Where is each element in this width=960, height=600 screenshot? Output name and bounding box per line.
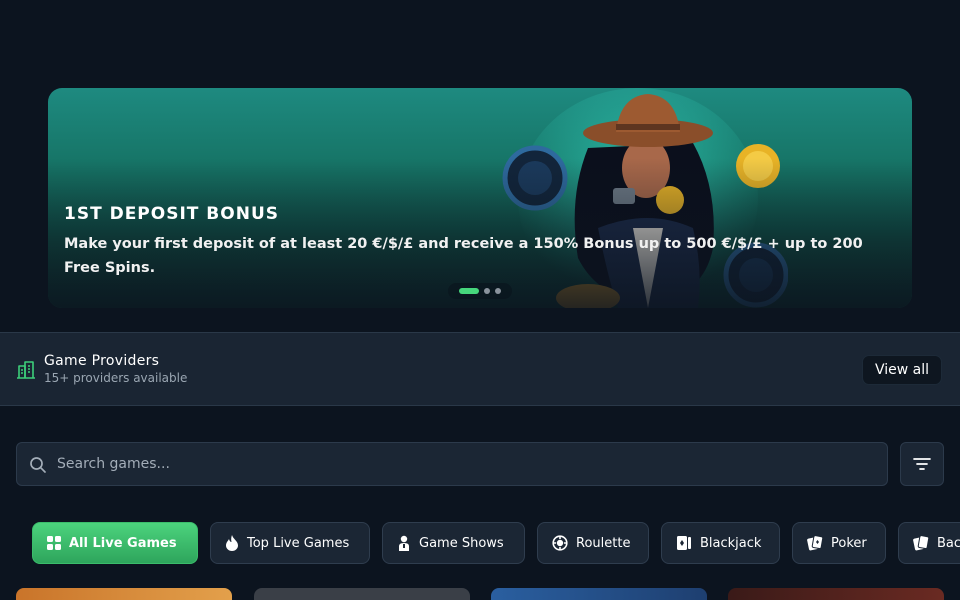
- cards-icon: [677, 536, 691, 550]
- promo-title: 1ST DEPOSIT BONUS: [64, 204, 279, 224]
- tab-all-live-games[interactable]: All Live Games: [32, 522, 198, 564]
- tab-poker[interactable]: Poker: [792, 522, 886, 564]
- game-card[interactable]: [728, 588, 944, 600]
- game-card[interactable]: [254, 588, 470, 600]
- search-box: [16, 442, 888, 486]
- chip-left: [502, 145, 568, 211]
- baccarat-icon: [913, 535, 929, 551]
- fire-icon: [226, 535, 238, 551]
- building-icon: [17, 361, 35, 379]
- tab-label: Bac: [937, 535, 960, 551]
- promo-banner[interactable]: 1ST DEPOSIT BONUS Make your first deposi…: [48, 88, 912, 308]
- game-card[interactable]: [491, 588, 707, 600]
- tab-label: Poker: [831, 535, 867, 551]
- roulette-icon: [552, 535, 568, 551]
- providers-subtitle: 15+ providers available: [44, 371, 188, 385]
- tab-label: Top Live Games: [247, 535, 350, 551]
- filter-button[interactable]: [900, 442, 944, 486]
- host-icon: [399, 535, 409, 551]
- filter-icon: [913, 458, 931, 470]
- category-tabs: All Live Games Top Live Games Game Shows…: [32, 522, 960, 564]
- search-input[interactable]: [57, 443, 877, 485]
- grid-icon: [47, 536, 61, 550]
- tab-label: All Live Games: [69, 535, 177, 551]
- carousel-dot-2[interactable]: [484, 288, 490, 294]
- tab-label: Roulette: [576, 535, 631, 551]
- tab-baccarat[interactable]: Bac: [898, 522, 960, 564]
- carousel-indicator: [448, 283, 512, 299]
- tab-label: Game Shows: [419, 535, 504, 551]
- tab-label: Blackjack: [700, 535, 762, 551]
- promo-description: Make your first deposit of at least 20 €…: [64, 236, 863, 276]
- view-all-button[interactable]: View all: [861, 355, 942, 385]
- tab-blackjack[interactable]: Blackjack: [661, 522, 780, 564]
- tab-top-live-games[interactable]: Top Live Games: [210, 522, 370, 564]
- carousel-dot-3[interactable]: [495, 288, 501, 294]
- tab-roulette[interactable]: Roulette: [537, 522, 649, 564]
- game-card[interactable]: [16, 588, 232, 600]
- providers-title: Game Providers: [44, 353, 160, 369]
- game-providers-section: Game Providers 15+ providers available V…: [0, 332, 960, 406]
- carousel-dot-1[interactable]: [459, 288, 479, 294]
- poker-icon: [807, 535, 823, 551]
- search-icon: [30, 457, 46, 473]
- tab-game-shows[interactable]: Game Shows: [382, 522, 525, 564]
